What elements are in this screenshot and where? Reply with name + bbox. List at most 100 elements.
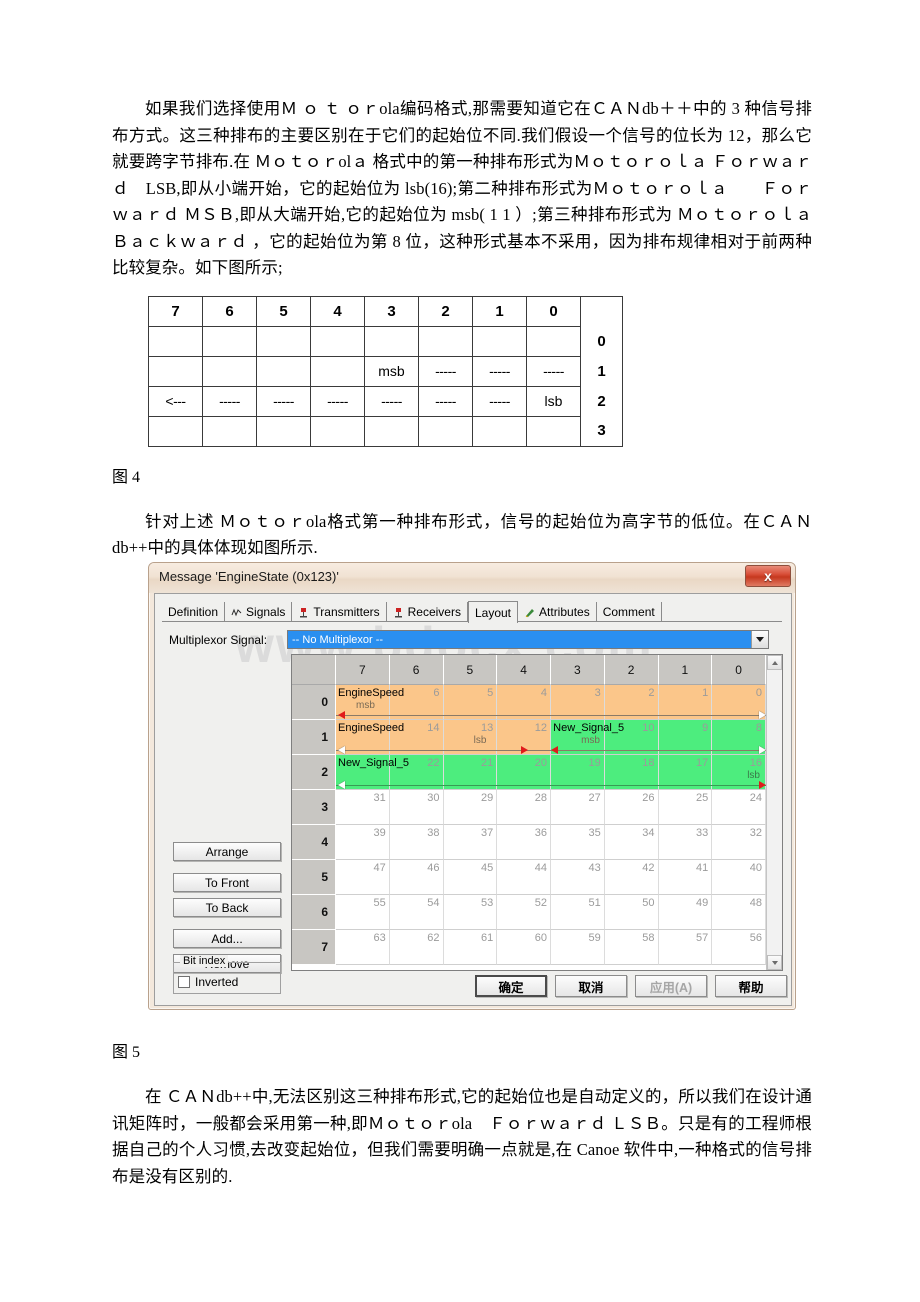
grid-row-cells: 6 5 4 3 2 1 0 EngineSpeed msb [336,685,766,720]
bit-cell[interactable]: 51 [551,895,605,930]
bit-cell[interactable]: 34 [604,825,659,860]
bit-number: 37 [481,827,494,839]
bit-cell[interactable]: 54 [389,895,444,930]
bit-cell [256,415,311,447]
grid-row-0[interactable]: 0 6 5 4 3 2 1 0 EngineSpeed msb [292,685,766,720]
bit-cell[interactable]: 59 [551,930,605,965]
bit-cell[interactable]: 49 [658,895,713,930]
bit-cell[interactable]: 55 [336,895,390,930]
to-front-button[interactable]: To Front [173,873,281,892]
add-button[interactable]: Add... [173,929,281,948]
bit-cell[interactable]: 25 [658,790,713,825]
grid-row-5[interactable]: 5 47 46 45 44 43 42 41 40 [292,860,766,895]
bit-cell[interactable]: 58 [604,930,659,965]
bit-number: 57 [696,932,709,944]
bit-cell[interactable]: 32 [712,825,766,860]
to-back-button[interactable]: To Back [173,898,281,917]
bit-cell[interactable]: 30 [389,790,444,825]
bit-number: 27 [588,792,601,804]
dialog-button-bar: 确定 取消 应用(A) 帮助 [155,975,793,999]
bit-number: 48 [749,897,762,909]
bit-cell[interactable]: 50 [604,895,659,930]
bit-header-cell: 0 [526,295,581,327]
bit-cell[interactable]: 57 [658,930,713,965]
tab-transmitters[interactable]: Transmitters [292,602,387,622]
grid-row-2[interactable]: 2 22 21 20 19 18 17 16 New_Signal_5 lsb [292,755,766,790]
bit-header-cell: 1 [472,295,527,327]
bit-cell[interactable]: 52 [497,895,551,930]
bit-cell[interactable]: 44 [497,860,551,895]
signal-bit-tag: msb [581,735,600,746]
bit-cell[interactable]: 26 [604,790,659,825]
bit-cell[interactable]: 53 [443,895,498,930]
bit-cell[interactable]: 35 [551,825,605,860]
bit-number: 5 [487,687,494,699]
grid-row-label: 6 [292,895,336,930]
bit-cell[interactable]: 36 [497,825,551,860]
grid-row-label: 4 [292,825,336,860]
bit-cell[interactable]: 60 [497,930,551,965]
table-header-row: 7 6 5 4 3 2 1 0 [148,295,623,327]
arrange-button[interactable]: Arrange [173,842,281,861]
bit-cell[interactable]: 40 [712,860,766,895]
bit-cell [202,415,257,447]
help-button[interactable]: 帮助 [715,975,787,997]
tab-layout[interactable]: Layout [467,601,519,623]
tab-comment[interactable]: Comment [597,602,662,622]
grid-row-6[interactable]: 6 55 54 53 52 51 50 49 48 [292,895,766,930]
multiplexor-selected-value: -- No Multiplexor -- [288,631,751,648]
bit-number: 10 [642,722,655,734]
grid-vertical-scrollbar[interactable] [766,655,782,970]
bit-number: 18 [642,757,655,769]
bit-cell[interactable]: 45 [443,860,498,895]
bit-cell[interactable]: 56 [712,930,766,965]
bit-cell[interactable]: 31 [336,790,390,825]
chevron-down-icon[interactable] [751,631,768,648]
bit-cell[interactable]: 43 [551,860,605,895]
table-row: msb ----- ----- ----- 1 [148,355,623,387]
bit-number: 12 [534,722,547,734]
bit-cell[interactable]: 27 [551,790,605,825]
tab-label: Receivers [407,605,461,619]
bit-cell[interactable]: 28 [497,790,551,825]
close-icon[interactable]: x [745,565,791,587]
transmitter-icon [298,607,309,618]
scroll-up-icon[interactable] [767,655,782,670]
dialog-titlebar[interactable]: Message 'EngineState (0x123)' x [149,563,795,593]
tab-strip: Definition Signals Transmitters Receiver… [162,600,782,623]
scroll-down-icon[interactable] [767,955,782,970]
bit-number: 29 [481,792,494,804]
bit-cell[interactable]: 39 [336,825,390,860]
tab-signals[interactable]: Signals [225,602,293,622]
bit-cell[interactable]: 41 [658,860,713,895]
tab-definition[interactable]: Definition [162,602,226,622]
grid-row-1[interactable]: 1 14 13 12 10 9 8 EngineSpeed New_Signal… [292,720,766,755]
bit-cell[interactable]: 42 [604,860,659,895]
grid-row-7[interactable]: 7 63 62 61 60 59 58 57 56 [292,930,766,965]
grid-row-4[interactable]: 4 39 38 37 36 35 34 33 32 [292,825,766,860]
tab-attributes[interactable]: Attributes [518,602,597,622]
bit-cell[interactable]: 48 [712,895,766,930]
bit-cell[interactable]: 61 [443,930,498,965]
bit-cell[interactable]: 62 [389,930,444,965]
multiplexor-signal-select[interactable]: -- No Multiplexor -- [287,630,769,649]
ok-button[interactable]: 确定 [475,975,547,997]
bit-cell[interactable]: 63 [336,930,390,965]
bit-cell[interactable]: 46 [389,860,444,895]
tab-receivers[interactable]: Receivers [387,602,468,622]
bit-cell[interactable]: 24 [712,790,766,825]
bit-cell[interactable]: 29 [443,790,498,825]
bit-number: 13 [481,722,494,734]
layout-bit-grid[interactable]: 7 6 5 4 3 2 1 0 0 6 5 4 3 2 1 0 EngineSp… [291,654,783,971]
bit-cell[interactable]: 33 [658,825,713,860]
document-page: 如果我们选择使用Ｍ ｏ ｔ ｏｒola编码格式,那需要知道它在ＣＡＮdb＋＋中的… [0,0,920,1302]
grid-header-row: 7 6 5 4 3 2 1 0 [292,655,766,685]
bit-cell[interactable]: 47 [336,860,390,895]
receiver-icon [393,607,404,618]
grid-row-3[interactable]: 3 31 30 29 28 27 26 25 24 [292,790,766,825]
bit-cell[interactable]: 37 [443,825,498,860]
apply-button[interactable]: 应用(A) [635,975,707,997]
bit-cell[interactable]: 38 [389,825,444,860]
cancel-button[interactable]: 取消 [555,975,627,997]
bit-number: 22 [427,757,440,769]
